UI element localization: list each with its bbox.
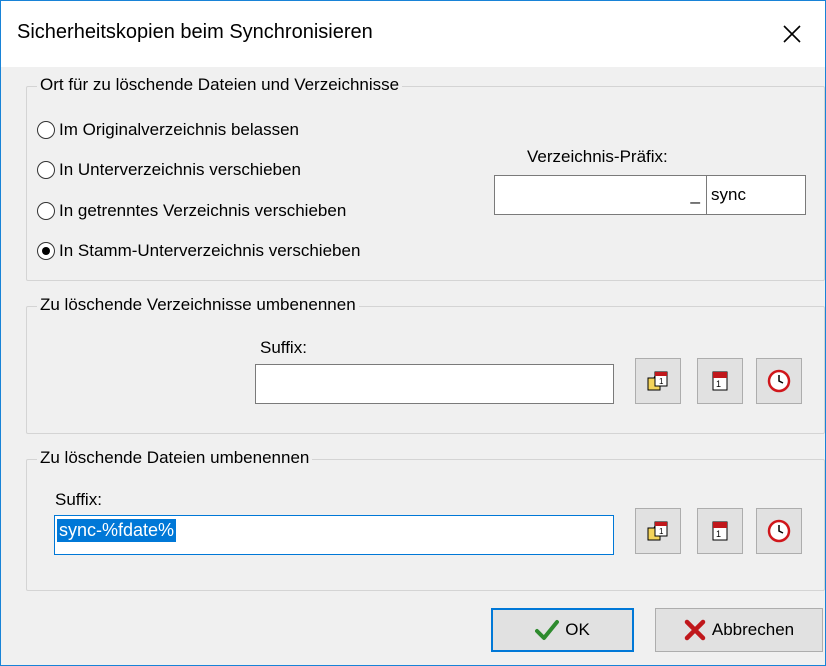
folder-date-icon: 1 — [647, 371, 668, 391]
radio-root-subdirectory-circle[interactable] — [37, 242, 55, 260]
dir-insert-time-button[interactable] — [756, 358, 802, 404]
ok-button-label: OK — [565, 620, 590, 639]
dir-insert-date-button[interactable]: 1 — [697, 358, 743, 404]
file-suffix-label: Suffix: — [55, 490, 102, 509]
dir-suffix-input[interactable] — [255, 364, 614, 404]
window-title: Sicherheitskopien beim Synchronisieren — [17, 21, 373, 43]
dir-insert-folder-date-button[interactable]: 1 — [635, 358, 681, 404]
file-insert-date-button[interactable]: 1 — [697, 508, 743, 554]
prefix-suffix-field[interactable]: sync — [706, 175, 806, 215]
prefix-input[interactable]: _ — [494, 175, 707, 215]
close-button[interactable] — [759, 1, 825, 67]
radio-subdirectory[interactable]: In Unterverzeichnis verschieben — [37, 156, 301, 184]
svg-text:1: 1 — [716, 529, 721, 539]
dir-rename-group: Zu löschende Verzeichnisse umbenennen Su… — [26, 295, 825, 434]
x-icon — [684, 619, 706, 641]
cancel-button-label: Abbrechen — [711, 620, 795, 639]
radio-root-subdirectory[interactable]: In Stamm-Unterverzeichnis verschieben — [37, 237, 360, 265]
prefix-suffix-value: sync — [711, 185, 746, 204]
radio-original[interactable]: Im Originalverzeichnis belassen — [37, 116, 299, 144]
file-insert-folder-date-button[interactable]: 1 — [635, 508, 681, 554]
dir-suffix-label: Suffix: — [260, 338, 307, 357]
prefix-label: Verzeichnis-Präfix: — [527, 147, 668, 166]
close-icon — [783, 25, 801, 43]
svg-text:1: 1 — [659, 527, 664, 536]
location-group: Ort für zu löschende Dateien und Verzeic… — [26, 75, 825, 281]
calendar-icon: 1 — [712, 371, 728, 391]
radio-separate-directory[interactable]: In getrenntes Verzeichnis verschieben — [37, 197, 346, 225]
file-suffix-input[interactable]: sync-%fdate% — [54, 515, 614, 555]
radio-separate-directory-label: In getrenntes Verzeichnis verschieben — [59, 201, 347, 220]
dir-rename-group-title: Zu löschende Verzeichnisse umbenennen — [37, 295, 359, 315]
radio-subdirectory-circle[interactable] — [37, 161, 55, 179]
ok-button[interactable]: OK — [491, 608, 634, 652]
radio-root-subdirectory-label: In Stamm-Unterverzeichnis verschieben — [59, 241, 361, 260]
prefix-separator: _ — [690, 185, 700, 204]
title-bar: Sicherheitskopien beim Synchronisieren — [1, 1, 825, 67]
radio-separate-directory-circle[interactable] — [37, 202, 55, 220]
file-rename-group: Zu löschende Dateien umbenennen Suffix: … — [26, 448, 825, 591]
calendar-icon: 1 — [712, 521, 728, 541]
clock-icon — [767, 369, 791, 393]
radio-subdirectory-label: In Unterverzeichnis verschieben — [59, 160, 301, 179]
file-suffix-value: sync-%fdate% — [57, 519, 177, 542]
radio-original-circle[interactable] — [37, 121, 55, 139]
file-rename-group-title: Zu löschende Dateien umbenennen — [37, 448, 313, 468]
folder-date-icon: 1 — [647, 521, 668, 541]
cancel-button[interactable]: Abbrechen — [655, 608, 823, 652]
svg-text:1: 1 — [659, 377, 664, 386]
svg-text:1: 1 — [716, 379, 721, 389]
location-group-title: Ort für zu löschende Dateien und Verzeic… — [37, 75, 403, 95]
file-insert-time-button[interactable] — [756, 508, 802, 554]
check-icon — [535, 620, 560, 640]
clock-icon — [767, 519, 791, 543]
dialog-window: Sicherheitskopien beim Synchronisieren O… — [0, 0, 826, 666]
radio-original-label: Im Originalverzeichnis belassen — [59, 120, 299, 139]
